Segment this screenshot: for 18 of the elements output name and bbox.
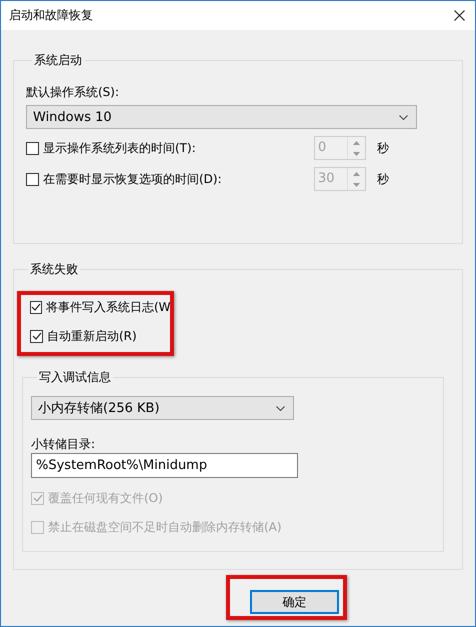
window-title: 启动和故障恢复 bbox=[9, 7, 93, 24]
checkbox-label: 将事件写入系统日志(W bbox=[46, 298, 170, 316]
checkbox-label: 显示操作系统列表的时间(T): bbox=[43, 140, 196, 156]
group-title: 系统失败 bbox=[29, 261, 79, 278]
checkbox-label: 禁止在磁盘空间不足时自动删除内存转储(A) bbox=[48, 518, 282, 536]
ok-button[interactable]: 确定 bbox=[250, 590, 339, 614]
dropdown[interactable]: 小内存转储(256 KB) bbox=[31, 396, 294, 420]
checkbox-label: 在需要时显示恢复选项的时间(D): bbox=[43, 170, 222, 188]
checkbox-label: 自动重新启动(R) bbox=[47, 328, 137, 344]
dropdown[interactable]: Windows 10 bbox=[26, 105, 417, 129]
group-title: 写入调试信息 bbox=[38, 369, 112, 386]
field-label: 小转储目录: bbox=[31, 436, 96, 453]
unit-label: 秒 bbox=[377, 140, 389, 156]
field-label: 默认操作系统(S): bbox=[26, 84, 120, 101]
checkbox-label: 覆盖任何现有文件(O) bbox=[48, 490, 163, 506]
group-title: 系统启动 bbox=[33, 52, 83, 69]
input-field[interactable]: %SystemRoot%\Minidump bbox=[31, 453, 298, 478]
unit-label: 秒 bbox=[377, 170, 389, 188]
